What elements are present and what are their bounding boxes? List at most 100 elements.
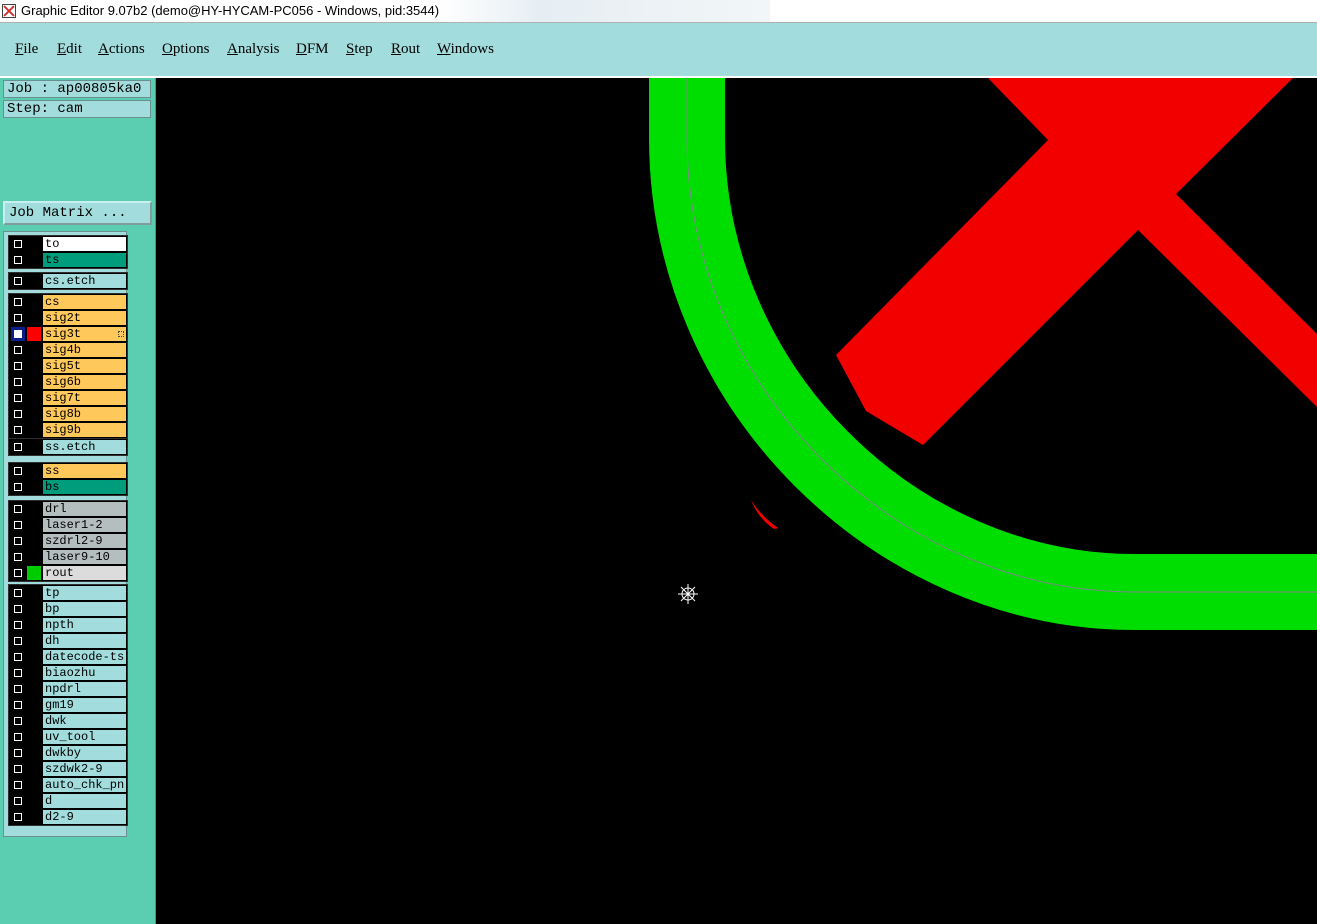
layer-checkbox[interactable] xyxy=(11,714,25,728)
layer-name[interactable]: rout xyxy=(43,566,126,580)
layer-display-swatch[interactable] xyxy=(27,666,41,680)
layer-display-swatch[interactable] xyxy=(27,602,41,616)
menu-item-0[interactable]: File xyxy=(15,41,38,58)
menu-item-7[interactable]: Rout xyxy=(391,41,420,58)
layer-name[interactable]: sig2t xyxy=(43,311,126,325)
layer-checkbox[interactable] xyxy=(11,253,25,267)
layer-checkbox[interactable] xyxy=(11,730,25,744)
layer-name[interactable]: biaozhu xyxy=(43,666,126,680)
layer-name[interactable]: dh xyxy=(43,634,126,648)
layer-row[interactable]: auto_chk_pn xyxy=(9,777,127,793)
layer-name[interactable]: dwk xyxy=(43,714,126,728)
layer-checkbox[interactable] xyxy=(11,762,25,776)
layer-name[interactable]: gm19 xyxy=(43,698,126,712)
layer-row[interactable]: sig3t xyxy=(9,326,127,342)
layer-name[interactable]: to xyxy=(43,237,126,251)
layer-name[interactable]: szdrl2-9 xyxy=(43,534,126,548)
layer-display-swatch[interactable] xyxy=(27,618,41,632)
layer-checkbox[interactable] xyxy=(11,650,25,664)
layer-checkbox[interactable] xyxy=(11,586,25,600)
layer-name[interactable]: datecode-ts xyxy=(43,650,126,664)
layer-name[interactable]: ts xyxy=(43,253,126,267)
layer-name[interactable]: sig4b xyxy=(43,343,126,357)
layer-row[interactable]: sig7t xyxy=(9,390,127,406)
layer-name[interactable]: d xyxy=(43,794,126,808)
layer-checkbox[interactable] xyxy=(11,666,25,680)
layer-checkbox[interactable] xyxy=(11,746,25,760)
layer-display-swatch[interactable] xyxy=(27,237,41,251)
layer-name[interactable]: sig6b xyxy=(43,375,126,389)
layer-display-swatch[interactable] xyxy=(27,359,41,373)
layer-row[interactable]: sig4b xyxy=(9,342,127,358)
layer-checkbox[interactable] xyxy=(11,407,25,421)
layer-row[interactable]: sig2t xyxy=(9,310,127,326)
layer-row[interactable]: cs xyxy=(9,294,127,310)
layer-checkbox[interactable] xyxy=(11,359,25,373)
layer-checkbox[interactable] xyxy=(11,274,25,288)
layer-name[interactable]: szdwk2-9 xyxy=(43,762,126,776)
menu-item-2[interactable]: Actions xyxy=(98,41,145,58)
layer-row[interactable]: sig8b xyxy=(9,406,127,422)
layer-display-swatch[interactable] xyxy=(27,650,41,664)
layer-row[interactable]: bs xyxy=(9,479,127,495)
layer-display-swatch[interactable] xyxy=(27,502,41,516)
layer-display-swatch[interactable] xyxy=(27,407,41,421)
layer-checkbox[interactable] xyxy=(11,550,25,564)
layer-row[interactable]: uv_tool xyxy=(9,729,127,745)
layer-row[interactable]: cs.etch xyxy=(9,273,127,289)
layer-row[interactable]: szdrl2-9 xyxy=(9,533,127,549)
layer-checkbox[interactable] xyxy=(11,698,25,712)
layer-checkbox[interactable] xyxy=(11,634,25,648)
layer-checkbox[interactable] xyxy=(11,794,25,808)
layer-checkbox[interactable] xyxy=(11,440,25,454)
layer-row[interactable]: npdrl xyxy=(9,681,127,697)
layer-display-swatch[interactable] xyxy=(27,810,41,824)
layer-name[interactable]: dwkby xyxy=(43,746,126,760)
layer-display-swatch[interactable] xyxy=(27,778,41,792)
layer-checkbox[interactable] xyxy=(11,423,25,437)
layer-display-swatch[interactable] xyxy=(27,730,41,744)
layer-checkbox[interactable] xyxy=(11,391,25,405)
layer-name[interactable]: npth xyxy=(43,618,126,632)
layer-display-swatch[interactable] xyxy=(27,295,41,309)
layer-checkbox[interactable] xyxy=(11,464,25,478)
layer-name[interactable]: sig8b xyxy=(43,407,126,421)
layer-row[interactable]: gm19 xyxy=(9,697,127,713)
layer-display-swatch[interactable] xyxy=(27,480,41,494)
layer-name[interactable]: drl xyxy=(43,502,126,516)
layer-display-swatch[interactable] xyxy=(27,698,41,712)
layer-display-swatch[interactable] xyxy=(27,586,41,600)
layer-name[interactable]: d2-9 xyxy=(43,810,126,824)
layer-row[interactable]: biaozhu xyxy=(9,665,127,681)
layer-checkbox[interactable] xyxy=(11,480,25,494)
layer-name[interactable]: cs xyxy=(43,295,126,309)
layer-name[interactable]: cs.etch xyxy=(43,274,126,288)
layer-display-swatch[interactable] xyxy=(27,391,41,405)
menu-item-1[interactable]: Edit xyxy=(57,41,82,58)
layer-row[interactable]: ss.etch xyxy=(9,439,127,455)
layer-display-swatch[interactable] xyxy=(27,794,41,808)
layer-display-swatch[interactable] xyxy=(27,518,41,532)
layer-name[interactable]: sig3t xyxy=(43,327,126,341)
layer-checkbox[interactable] xyxy=(11,237,25,251)
graphics-canvas[interactable] xyxy=(156,78,1317,924)
layer-name[interactable]: ss xyxy=(43,464,126,478)
layer-display-swatch[interactable] xyxy=(27,746,41,760)
layer-name[interactable]: bs xyxy=(43,480,126,494)
layer-name[interactable]: laser9-10 xyxy=(43,550,126,564)
layer-display-swatch[interactable] xyxy=(27,634,41,648)
layer-display-swatch[interactable] xyxy=(27,375,41,389)
layer-display-swatch[interactable] xyxy=(27,714,41,728)
layer-row[interactable]: d2-9 xyxy=(9,809,127,825)
layer-row[interactable]: dh xyxy=(9,633,127,649)
layer-row[interactable]: npth xyxy=(9,617,127,633)
layer-name[interactable]: ss.etch xyxy=(43,440,126,454)
layer-checkbox[interactable] xyxy=(11,682,25,696)
layer-name[interactable]: uv_tool xyxy=(43,730,126,744)
menu-item-8[interactable]: Windows xyxy=(437,41,494,58)
layer-row[interactable]: laser1-2 xyxy=(9,517,127,533)
layer-checkbox[interactable] xyxy=(11,518,25,532)
layer-checkbox[interactable] xyxy=(11,810,25,824)
layer-checkbox[interactable] xyxy=(11,602,25,616)
layer-row[interactable]: laser9-10 xyxy=(9,549,127,565)
